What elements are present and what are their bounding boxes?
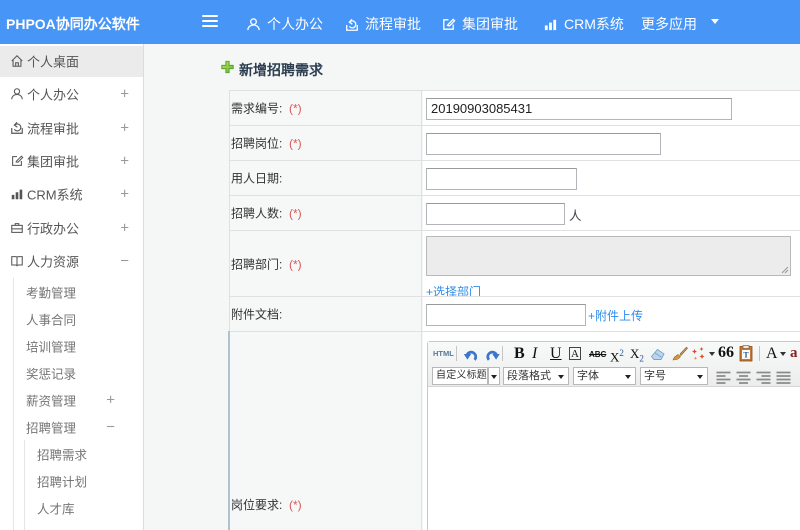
svg-text:T: T bbox=[743, 351, 749, 360]
